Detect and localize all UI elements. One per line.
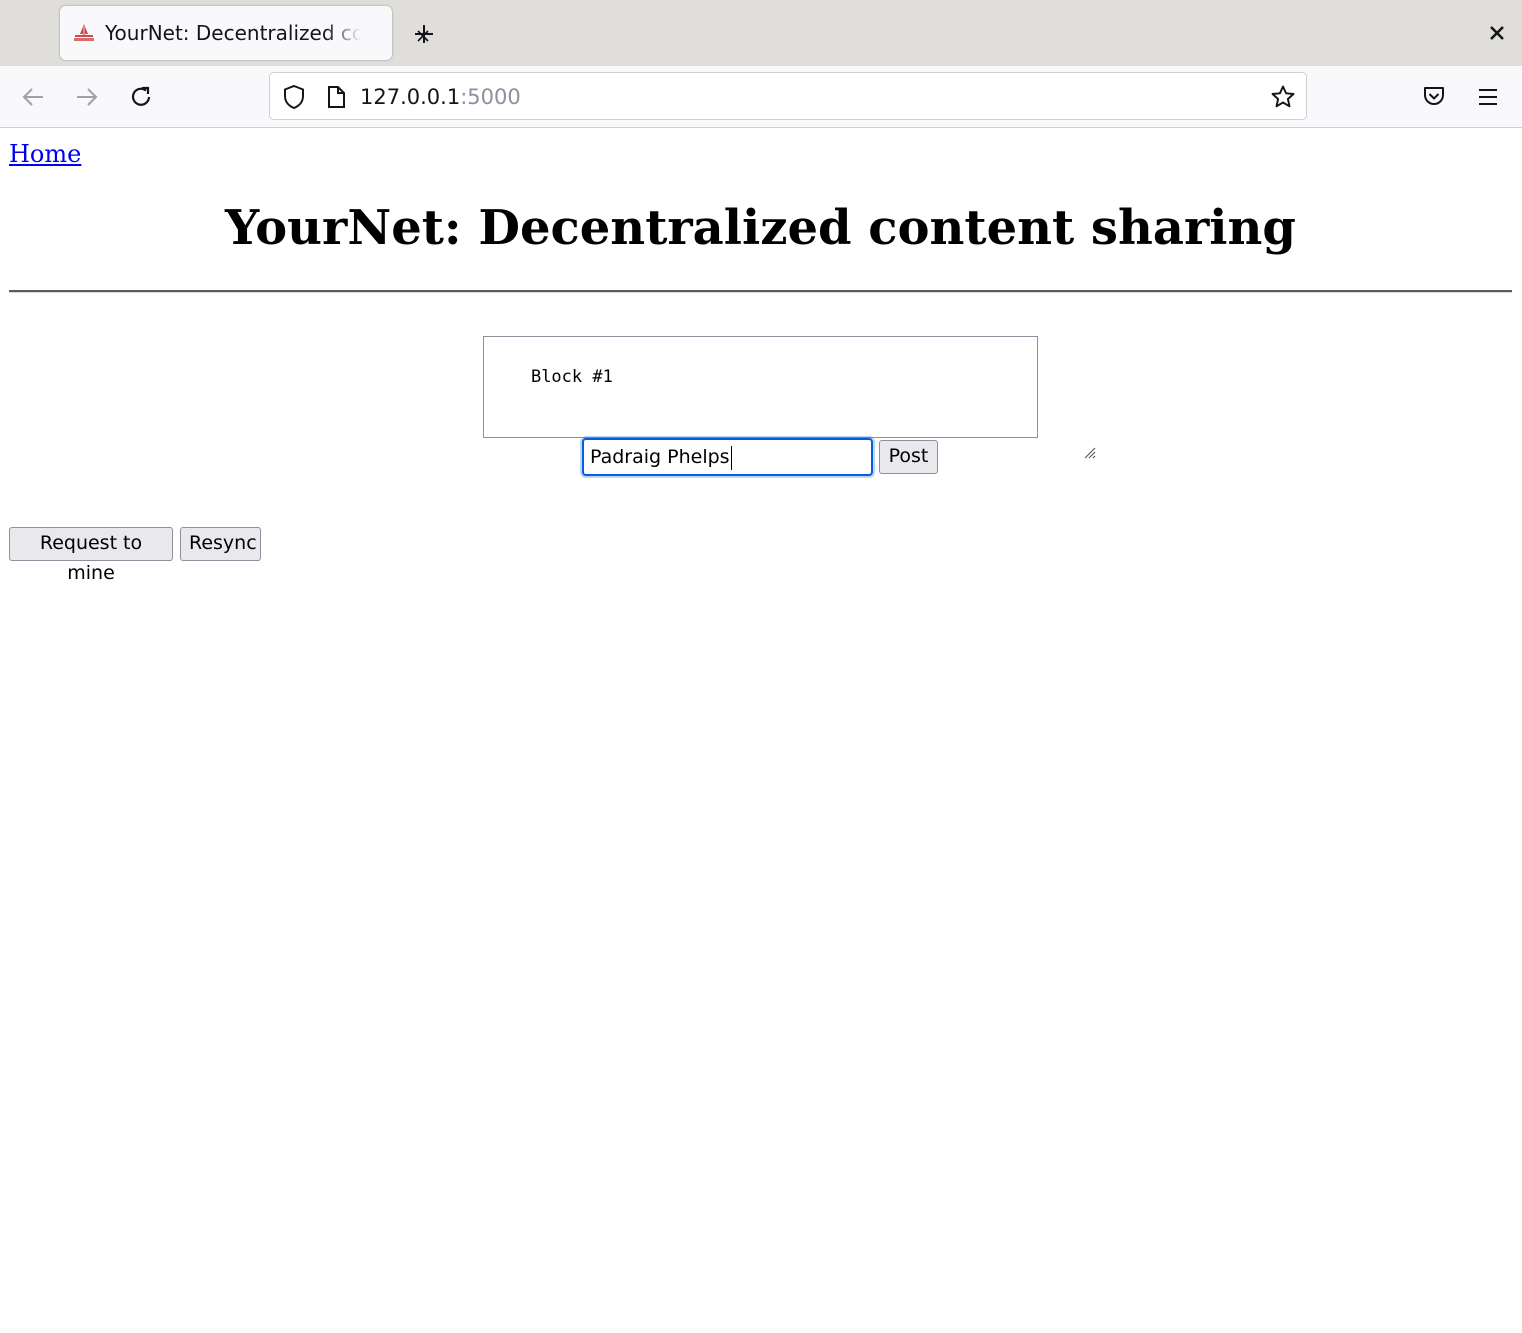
text-caret <box>730 445 732 470</box>
arrow-right-icon[interactable] <box>73 83 101 111</box>
browser-tab-bar: YourNet: Decentralized content sharing <box>0 0 1522 66</box>
browser-toolbar: 127.0.0.1:5000 <box>0 66 1522 128</box>
post-content-textarea[interactable]: Block #1 <box>483 336 1096 459</box>
author-name-value: Padraig Phelps <box>590 446 730 468</box>
yournet-favicon-icon <box>72 23 96 43</box>
page-title: YourNet: Decentralized content sharing <box>225 200 1296 256</box>
hamburger-menu-icon[interactable] <box>1476 85 1500 109</box>
url-port: :5000 <box>460 85 521 109</box>
url-bar[interactable]: 127.0.0.1:5000 <box>269 72 1307 120</box>
pocket-icon[interactable] <box>1421 84 1447 110</box>
divider <box>9 290 1512 293</box>
url-text[interactable]: 127.0.0.1:5000 <box>360 83 521 111</box>
plus-icon[interactable] <box>412 22 436 46</box>
url-host: 127.0.0.1 <box>360 85 461 109</box>
star-icon[interactable] <box>1270 84 1296 110</box>
request-to-mine-button[interactable]: Request to mine <box>9 527 173 584</box>
post-content-value: Block #1 <box>530 367 613 387</box>
browser-tab-active[interactable]: YourNet: Decentralized content sharing <box>60 6 429 60</box>
resize-grip-icon[interactable] <box>1021 421 1096 459</box>
resync-button[interactable]: Resync <box>180 527 261 561</box>
post-button[interactable]: Post <box>879 440 938 474</box>
arrow-left-icon[interactable] <box>19 83 47 111</box>
home-link[interactable]: Home <box>9 139 81 169</box>
page-content: Home YourNet: Decentralized content shar… <box>0 128 1522 1333</box>
author-name-input[interactable]: Padraig Phelps <box>582 438 873 476</box>
tab-title: YourNet: Decentralized content sharing <box>105 21 361 45</box>
shield-icon[interactable] <box>281 84 307 110</box>
reload-icon[interactable] <box>127 83 155 111</box>
page-icon <box>325 85 347 109</box>
window-close-icon[interactable] <box>1488 24 1506 42</box>
